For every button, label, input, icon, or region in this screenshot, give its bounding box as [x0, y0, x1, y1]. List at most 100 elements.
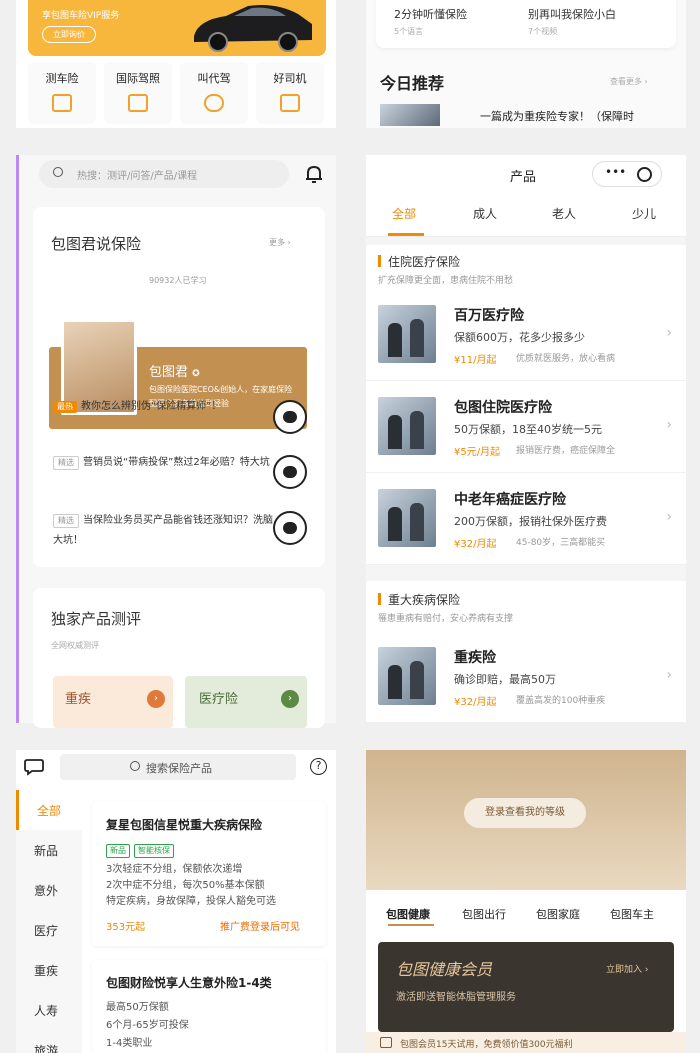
category-sidebar: 全部 新品 意外 医疗 重疾 人寿 旅游	[16, 790, 82, 1053]
service-label: 叫代驾	[197, 72, 231, 85]
trial-text: 包图会员15天试用，免费领价值300元福利	[400, 1040, 573, 1050]
vip-title: 包图健康会员	[396, 960, 493, 979]
product-item[interactable]: 中老年癌症医疗险 200万保额，报销社保外医疗费 ¥32/月起 45-80岁，三…	[366, 473, 686, 565]
product-card[interactable]: 包图财险悦享人生意外险1-4类 最高50万保额 6个月-65岁可投保 1-4类职…	[92, 960, 326, 1053]
question-item[interactable]: 精选 当保险业务员买产品能省钱还涨知识？洗脑大坑！	[53, 511, 273, 551]
car-insurance-banner[interactable]: 享包图车险VIP服务 立即询价	[28, 0, 326, 56]
video-count: 5个语言	[394, 27, 424, 36]
tab-health[interactable]: 包图健康	[386, 906, 430, 922]
category-life[interactable]: 人寿	[16, 990, 82, 1030]
product-image	[378, 489, 436, 547]
gift-icon	[380, 1037, 392, 1048]
page-title: 产品	[510, 170, 537, 185]
close-target-icon[interactable]	[637, 167, 652, 182]
review-card-label: 医疗险	[199, 692, 239, 707]
nav-bar: 产品 •••	[366, 155, 686, 195]
filter-tabs: 全部 成人 老人 少儿	[366, 195, 686, 237]
product-price: ¥32/月起	[454, 539, 497, 550]
arrow-right-icon: ›	[281, 690, 299, 708]
membership-panel: 登录查看我的等级 包图健康 包图出行 包图家庭 包图车主 包图健康会员 立即加入…	[366, 750, 686, 1053]
category-critical[interactable]: 重疾	[16, 950, 82, 990]
tab-family[interactable]: 包图家庭	[536, 906, 580, 922]
see-more-link[interactable]: 查看更多 ›	[610, 76, 648, 87]
search-input[interactable]: 热搜：测评/问答/产品/课程	[39, 160, 289, 188]
section-header: 住院医疗保险 扩充保障更全面，患病住院不用愁	[366, 245, 686, 289]
product-panel: 产品 ••• 全部 成人 老人 少儿 住院医疗保险 扩充保障更全面，患病住院不用…	[366, 155, 686, 723]
category-all[interactable]: 全部	[16, 790, 82, 830]
search-product-panel: 搜索保险产品 ? 全部 新品 意外 医疗 重疾 人寿 旅游 复星包图信星悦重大疾…	[16, 750, 336, 1053]
product-item[interactable]: 百万医疗险 保额600万，花多少报多少 ¥11/月起 优质就医服务，放心看病 ›	[366, 289, 686, 381]
question-item[interactable]: 精选 营销员说“带病投保”熬过2年必赔？特大坑	[53, 453, 273, 473]
category-accident[interactable]: 意外	[16, 870, 82, 910]
review-card-label: 重疾	[65, 692, 92, 707]
product-image	[378, 647, 436, 705]
product-feature: 3次轻症不分组，保额依次递增	[106, 864, 243, 875]
service-good-driver[interactable]: 好司机	[256, 62, 324, 124]
question-item[interactable]: 最热 教你怎么辨别伪“保险精算师”！	[53, 397, 273, 417]
section-title: 重大疾病保险	[388, 593, 461, 607]
chat-icon[interactable]	[24, 758, 44, 776]
category-medical[interactable]: 医疗	[16, 910, 82, 950]
arrow-right-icon: ›	[147, 690, 165, 708]
product-item[interactable]: 包图住院医疗险 50万保额，18至40岁统一5元 ¥5元/月起 报销医疗费，癌症…	[366, 381, 686, 473]
tab-children[interactable]: 少儿	[632, 205, 656, 222]
chevron-right-icon: ›	[666, 509, 672, 525]
service-test-car-insurance[interactable]: 测车险	[28, 62, 96, 124]
video-title[interactable]: 2分钟听懂保险	[394, 6, 467, 22]
cow-avatar-icon	[273, 511, 307, 545]
tab-travel[interactable]: 包图出行	[462, 906, 506, 922]
product-name: 百万医疗险	[454, 308, 524, 324]
learners-count: 90932人已学习	[149, 276, 207, 285]
service-intl-license[interactable]: 国际驾照	[104, 62, 172, 124]
steering-wheel-icon	[204, 94, 224, 112]
product-meta: 优质就医服务，放心看病	[516, 354, 616, 364]
car-service-panel: 享包图车险VIP服务 立即询价 测车险 国际驾照 叫代驾 好司机	[16, 0, 336, 128]
product-feature: 1-4类职业	[106, 1038, 153, 1049]
tab-all[interactable]: 全部	[392, 205, 416, 222]
product-title: 复星包图信星悦重大疾病保险	[106, 818, 263, 832]
product-item[interactable]: 重疾险 确诊即赔，最高50万 ¥32/月起 覆盖高发的100种重疾 ›	[366, 631, 686, 723]
product-title: 包图财险悦享人生意外险1-4类	[106, 976, 272, 990]
product-feature: 特定疾病，身故保障，投保人豁免可选	[106, 896, 276, 907]
car-image	[194, 5, 312, 52]
category-travel[interactable]: 旅游	[16, 1030, 82, 1053]
video-recommend-panel: 2分钟听懂保险 5个语言 别再叫我保险小白 7个视频 今日推荐 查看更多 › 一…	[366, 0, 686, 128]
trial-banner[interactable]: 包图会员15天试用，免费领价值300元福利	[366, 1032, 686, 1053]
search-icon	[53, 167, 63, 177]
capsule-menu[interactable]: •••	[592, 161, 662, 187]
service-designated-driver[interactable]: 叫代驾	[180, 62, 248, 124]
review-critical-illness[interactable]: 重疾 ›	[53, 676, 173, 728]
section-subtitle: 罹患重病有赔付，安心养病有支撑	[378, 614, 514, 624]
banner-subtitle: 享包图车险VIP服务	[42, 11, 120, 21]
search-input[interactable]: 搜索保险产品	[60, 754, 296, 780]
vip-subtitle: 激活即送智能体脂管理服务	[396, 992, 516, 1003]
category-new[interactable]: 新品	[16, 830, 82, 870]
service-label: 测车险	[45, 72, 79, 85]
join-now-link[interactable]: 立即加入 ›	[606, 962, 648, 975]
recommend-title: 今日推荐	[380, 74, 445, 93]
help-icon[interactable]: ?	[310, 758, 327, 775]
section-title: 包图君说保险	[51, 235, 142, 253]
more-link[interactable]: 更多 ›	[269, 237, 291, 248]
search-icon	[130, 761, 140, 771]
recommend-thumbnail	[380, 104, 440, 126]
tab-adult[interactable]: 成人	[473, 205, 497, 222]
product-image	[378, 305, 436, 363]
section-header: 重大疾病保险 罹患重病有赔付，安心养病有支撑	[366, 581, 686, 631]
more-dots-icon[interactable]: •••	[605, 165, 626, 179]
video-title[interactable]: 别再叫我保险小白	[528, 6, 616, 22]
inquiry-button[interactable]: 立即询价	[42, 26, 96, 43]
product-price: ¥32/月起	[454, 697, 497, 708]
tab-car-owner[interactable]: 包图车主	[610, 906, 654, 922]
product-price: ¥5元/月起	[454, 447, 501, 458]
review-medical[interactable]: 医疗险 ›	[185, 676, 307, 728]
view-level-button[interactable]: 登录查看我的等级	[464, 798, 586, 828]
author-name: 包图君 ✪	[149, 365, 200, 380]
vip-card[interactable]: 包图健康会员 立即加入 › 激活即送智能体脂管理服务	[378, 942, 674, 1032]
education-panel: 热搜：测评/问答/产品/课程 包图君说保险 更多 › 90932人已学习 包图君…	[16, 155, 336, 728]
bell-icon[interactable]	[305, 164, 323, 184]
product-card[interactable]: 复星包图信星悦重大疾病保险 新品 智能核保 3次轻症不分组，保额依次递增 2次中症…	[92, 802, 326, 946]
product-meta: 报销医疗费，癌症保障全	[516, 446, 616, 456]
recommend-item[interactable]: 一篇成为重疾险专家！（保障时	[480, 108, 634, 124]
tab-elderly[interactable]: 老人	[552, 205, 576, 222]
